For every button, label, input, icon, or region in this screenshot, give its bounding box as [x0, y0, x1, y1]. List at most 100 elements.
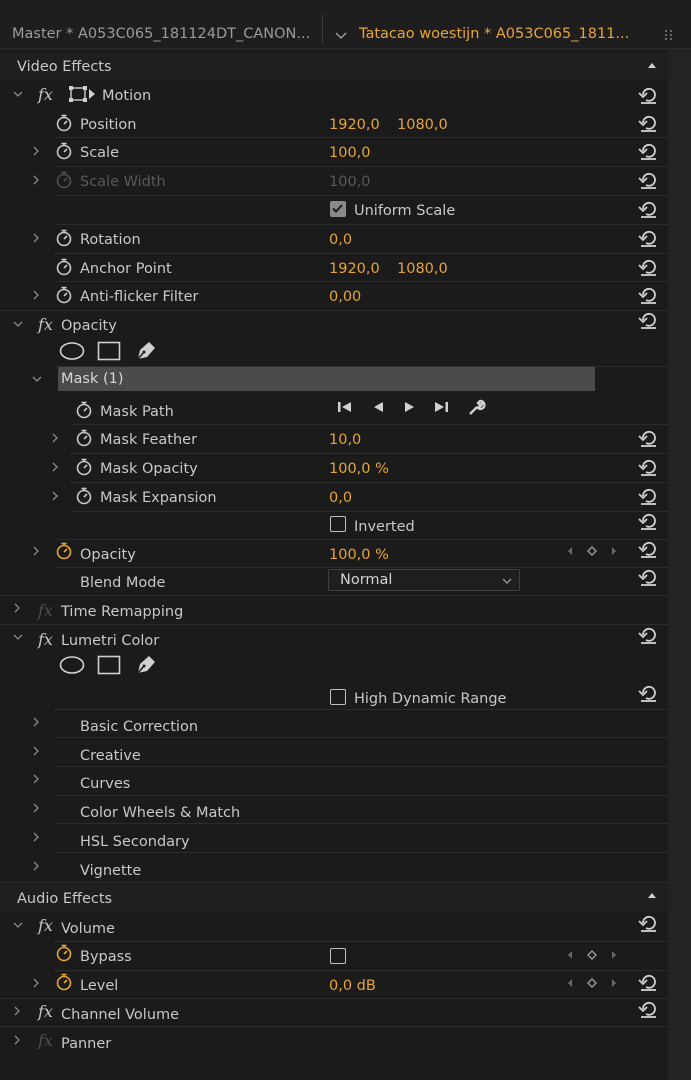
reset-icon[interactable] [638, 200, 658, 218]
scrollbar-track[interactable] [668, 50, 691, 1080]
expand-chevron-icon[interactable] [30, 831, 42, 843]
stopwatch-icon[interactable] [55, 973, 73, 991]
lumetri-section-vignette[interactable]: Vignette [0, 857, 668, 885]
collapse-up-icon[interactable] [646, 890, 658, 902]
expand-chevron-icon[interactable] [11, 1005, 23, 1017]
stopwatch-icon[interactable] [55, 286, 73, 304]
expand-chevron-icon[interactable] [12, 919, 24, 931]
expand-chevron-icon[interactable] [30, 289, 42, 301]
expand-chevron-icon[interactable] [12, 88, 24, 100]
lumetri-section-curves[interactable]: Curves [0, 770, 668, 798]
expand-chevron-icon[interactable] [30, 745, 42, 757]
lumetri-effect-row[interactable]: fx Lumetri Color [0, 626, 668, 654]
stopwatch-icon[interactable] [75, 429, 93, 447]
expand-chevron-icon[interactable] [30, 174, 42, 186]
ellipse-mask-icon[interactable] [59, 341, 85, 361]
track-backward-one-frame-icon[interactable] [336, 399, 354, 415]
position-y-value[interactable]: 1080,0 [397, 116, 448, 134]
motion-effect-row[interactable]: fx Motion [0, 81, 668, 109]
bypass-checkbox[interactable] [330, 948, 346, 964]
expand-chevron-icon[interactable] [49, 432, 61, 444]
stopwatch-icon[interactable] [55, 542, 73, 560]
stopwatch-icon[interactable] [75, 487, 93, 505]
stopwatch-icon[interactable] [75, 458, 93, 476]
expand-chevron-icon[interactable] [11, 602, 23, 614]
expand-chevron-icon[interactable] [30, 773, 42, 785]
inverted-checkbox[interactable] [330, 516, 346, 532]
chevron-down-icon[interactable] [333, 27, 349, 43]
level-value[interactable]: 0,0 dB [329, 977, 376, 995]
panel-grip-icon[interactable] [662, 27, 676, 43]
expand-chevron-icon[interactable] [30, 545, 42, 557]
pen-mask-icon[interactable] [134, 653, 158, 675]
scale-value[interactable]: 100,0 [329, 144, 371, 162]
opacity-value[interactable]: 100,0 % [329, 546, 389, 564]
stopwatch-icon[interactable] [55, 944, 73, 962]
wrench-icon[interactable] [466, 398, 486, 416]
rectangle-mask-icon[interactable] [97, 655, 121, 675]
pen-mask-icon[interactable] [134, 339, 158, 361]
reset-icon[interactable] [638, 973, 658, 991]
stopwatch-icon[interactable] [55, 114, 73, 132]
anchor-y-value[interactable]: 1080,0 [397, 260, 448, 278]
fx-toggle-icon[interactable]: fx [38, 630, 53, 649]
expand-chevron-icon[interactable] [30, 860, 42, 872]
reset-icon[interactable] [638, 86, 658, 104]
position-x-value[interactable]: 1920,0 [329, 116, 380, 134]
reset-icon[interactable] [638, 684, 658, 702]
reset-icon[interactable] [638, 229, 658, 247]
expand-chevron-icon[interactable] [30, 802, 42, 814]
reset-icon[interactable] [638, 171, 658, 189]
expand-chevron-icon[interactable] [31, 373, 43, 385]
expand-chevron-icon[interactable] [49, 461, 61, 473]
expand-chevron-icon[interactable] [12, 631, 24, 643]
mask-expansion-value[interactable]: 0,0 [329, 489, 352, 507]
expand-chevron-icon[interactable] [11, 1034, 23, 1046]
ellipse-mask-icon[interactable] [59, 655, 85, 675]
collapse-up-icon[interactable] [646, 60, 658, 72]
mask-feather-value[interactable]: 10,0 [329, 431, 361, 449]
expand-chevron-icon[interactable] [30, 977, 42, 989]
reset-icon[interactable] [638, 540, 658, 558]
reset-icon[interactable] [638, 568, 658, 586]
expand-chevron-icon[interactable] [30, 232, 42, 244]
reset-icon[interactable] [638, 114, 658, 132]
time-remapping-row[interactable]: fx Time Remapping [0, 597, 668, 625]
reset-icon[interactable] [638, 914, 658, 932]
opacity-effect-row[interactable]: fx Opacity [0, 311, 668, 339]
stopwatch-icon[interactable] [75, 401, 93, 419]
fx-toggle-icon[interactable]: fx [38, 315, 53, 334]
reset-icon[interactable] [638, 458, 658, 476]
reset-icon[interactable] [638, 258, 658, 276]
track-forward-one-frame-icon[interactable] [432, 399, 450, 415]
fx-toggle-icon[interactable]: fx [38, 1002, 53, 1021]
keyframe-navigator-icon[interactable] [566, 544, 618, 558]
stopwatch-icon[interactable] [55, 258, 73, 276]
uniform-scale-checkbox[interactable] [330, 201, 346, 217]
expand-chevron-icon[interactable] [49, 490, 61, 502]
reset-icon[interactable] [638, 512, 658, 530]
blend-mode-dropdown[interactable]: Normal [328, 569, 520, 591]
track-backward-icon[interactable] [370, 399, 386, 415]
keyframe-navigator-icon[interactable] [566, 976, 618, 990]
rectangle-mask-icon[interactable] [97, 341, 121, 361]
fx-toggle-icon[interactable]: fx [38, 916, 53, 935]
mask-opacity-value[interactable]: 100,0 % [329, 460, 389, 478]
reset-icon[interactable] [638, 487, 658, 505]
reset-icon[interactable] [638, 142, 658, 160]
expand-chevron-icon[interactable] [30, 145, 42, 157]
mask-selection-bar[interactable]: Mask (1) [58, 367, 595, 391]
stopwatch-icon[interactable] [55, 229, 73, 247]
fx-toggle-icon[interactable]: fx [38, 85, 53, 104]
reset-icon[interactable] [638, 626, 658, 644]
keyframe-navigator-icon[interactable] [566, 948, 618, 962]
reset-icon[interactable] [638, 286, 658, 304]
anchor-x-value[interactable]: 1920,0 [329, 260, 380, 278]
hdr-checkbox[interactable] [330, 689, 346, 705]
reset-icon[interactable] [638, 311, 658, 329]
rotation-value[interactable]: 0,0 [329, 231, 352, 249]
track-forward-icon[interactable] [402, 399, 418, 415]
reset-icon[interactable] [638, 429, 658, 447]
stopwatch-icon[interactable] [55, 142, 73, 160]
expand-chevron-icon[interactable] [12, 318, 24, 330]
